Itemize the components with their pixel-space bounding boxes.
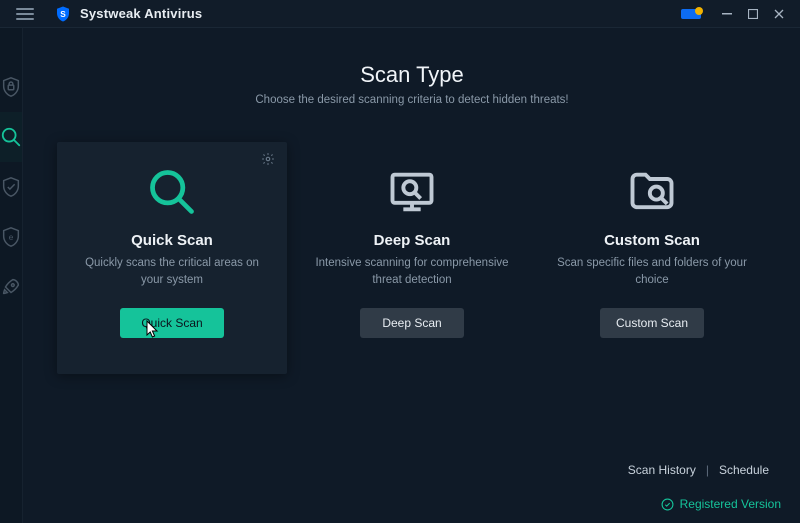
page-subtitle: Choose the desired scanning criteria to … xyxy=(57,94,767,106)
content: Scan Type Choose the desired scanning cr… xyxy=(23,28,800,523)
app-title: Systweak Antivirus xyxy=(80,6,202,21)
app-logo: S xyxy=(54,5,72,23)
footer-links: Scan History | Schedule xyxy=(628,463,769,477)
separator: | xyxy=(706,463,709,477)
premium-badge-icon[interactable] xyxy=(680,6,704,22)
card-title: Custom Scan xyxy=(604,232,700,249)
maximize-button[interactable] xyxy=(740,0,766,28)
card-title: Quick Scan xyxy=(131,232,213,249)
card-custom-scan[interactable]: Custom Scan Scan specific files and fold… xyxy=(537,142,767,374)
custom-scan-button[interactable]: Custom Scan xyxy=(600,308,704,338)
schedule-link[interactable]: Schedule xyxy=(719,463,769,477)
registered-label: Registered Version xyxy=(680,497,781,511)
scan-history-link[interactable]: Scan History xyxy=(628,463,696,477)
sidebar-item-web[interactable]: e xyxy=(0,212,22,262)
close-button[interactable] xyxy=(766,0,792,28)
web-shield-icon: e xyxy=(0,226,22,248)
menu-button[interactable] xyxy=(8,0,42,28)
registered-status: Registered Version xyxy=(661,497,781,511)
page-title: Scan Type xyxy=(57,62,767,88)
custom-scan-icon xyxy=(626,160,678,224)
sidebar-item-scan[interactable] xyxy=(0,112,22,162)
minimize-button[interactable] xyxy=(714,0,740,28)
search-icon xyxy=(0,126,22,148)
rocket-icon xyxy=(0,276,22,298)
lock-shield-icon xyxy=(0,76,22,98)
scan-cards: Quick Scan Quickly scans the critical ar… xyxy=(57,142,767,374)
svg-text:e: e xyxy=(9,233,14,242)
sidebar: e xyxy=(0,28,23,523)
titlebar: S Systweak Antivirus xyxy=(0,0,800,28)
card-desc: Quickly scans the critical areas on your… xyxy=(75,255,269,290)
check-circle-icon xyxy=(661,498,674,511)
sidebar-item-realtime[interactable] xyxy=(0,162,22,212)
sidebar-item-boost[interactable] xyxy=(0,262,22,312)
card-desc: Scan specific files and folders of your … xyxy=(555,255,749,290)
main: e Scan Type Choose the desired scanning … xyxy=(0,28,800,523)
card-quick-scan[interactable]: Quick Scan Quickly scans the critical ar… xyxy=(57,142,287,374)
sidebar-item-protection[interactable] xyxy=(0,62,22,112)
shield-check-icon xyxy=(0,176,22,198)
card-desc: Intensive scanning for comprehensive thr… xyxy=(315,255,509,290)
card-deep-scan[interactable]: Deep Scan Intensive scanning for compreh… xyxy=(297,142,527,374)
quick-scan-icon xyxy=(146,160,198,224)
card-settings-button[interactable] xyxy=(261,152,275,171)
quick-scan-button[interactable]: Quick Scan xyxy=(120,308,224,338)
card-title: Deep Scan xyxy=(374,232,451,249)
deep-scan-icon xyxy=(386,160,438,224)
gear-icon xyxy=(261,152,275,166)
svg-text:S: S xyxy=(60,10,66,19)
deep-scan-button[interactable]: Deep Scan xyxy=(360,308,464,338)
